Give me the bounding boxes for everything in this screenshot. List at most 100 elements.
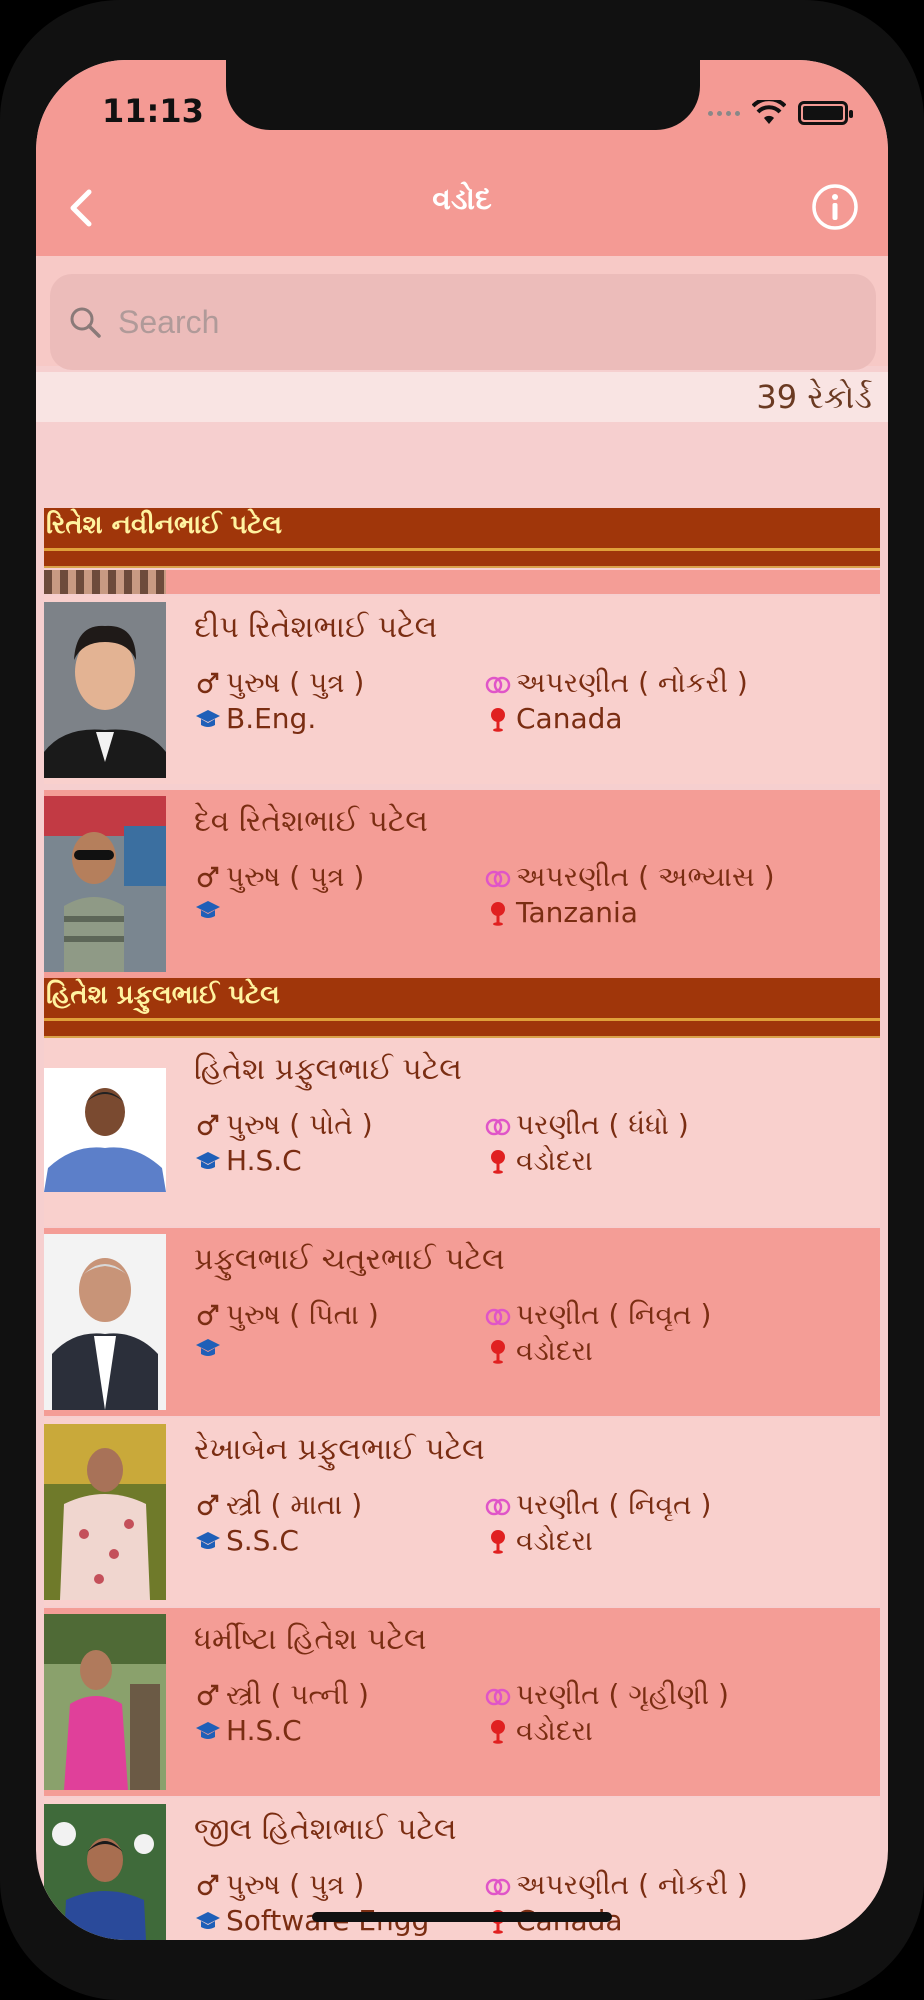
location-label: વડોદરા bbox=[516, 1144, 593, 1177]
search-input[interactable] bbox=[118, 303, 818, 341]
marital-label: અપરણીત ( નોકરી ) bbox=[516, 1868, 748, 1901]
search-box[interactable] bbox=[50, 274, 876, 370]
rings-icon bbox=[485, 676, 511, 694]
member-education: S.S.C bbox=[194, 1524, 299, 1557]
graduation-cap-icon bbox=[196, 1721, 220, 1739]
page-title: વડોદ bbox=[432, 182, 492, 217]
member-gender: પુરુષ ( પુત્ર ) bbox=[194, 860, 364, 894]
wifi-icon bbox=[752, 100, 786, 124]
gender-label: પુરુષ ( પુત્ર ) bbox=[226, 860, 365, 893]
signal-icon bbox=[708, 110, 740, 116]
location-label: Tanzania bbox=[516, 896, 638, 929]
photo bbox=[44, 1424, 166, 1600]
gender-icon bbox=[197, 1874, 219, 1896]
graduation-cap-icon bbox=[196, 1531, 220, 1549]
location-label: Canada bbox=[516, 702, 623, 735]
section-divider bbox=[44, 548, 880, 551]
battery-icon bbox=[798, 101, 853, 125]
list-item[interactable]: ધર્મીષ્ટા હિતેશ પટેલ સ્ત્રી ( પત્ની ) પર… bbox=[44, 1608, 880, 1796]
list-item[interactable]: દીપ રિતેશભાઈ પટેલ પુરુષ ( પુત્ર ) અપરણીત… bbox=[44, 596, 880, 784]
member-name: પ્રફુલભાઈ ચતુરભાઈ પટેલ bbox=[194, 1242, 505, 1277]
marital-label: પરણીત ( ધંધો ) bbox=[516, 1108, 689, 1141]
marital-label: પરણીત ( નિવૃત ) bbox=[516, 1488, 712, 1521]
gender-label: સ્ત્રી ( માતા ) bbox=[226, 1488, 363, 1521]
list-item[interactable]: રેખાબેન પ્રફુલભાઈ પટેલ સ્ત્રી ( માતા ) પ… bbox=[44, 1418, 880, 1606]
gender-icon bbox=[197, 1304, 219, 1326]
phone-frame: 11:13 વડોદ Search 39 રેકોર્ડ રિતેશ નવીનભ… bbox=[0, 0, 924, 2000]
member-marital: અપરણીત ( અભ્યાસ ) bbox=[484, 860, 775, 894]
rings-icon bbox=[485, 1308, 511, 1326]
photo bbox=[44, 1614, 166, 1790]
member-gender: પુરુષ ( પોતે ) bbox=[194, 1108, 373, 1142]
member-education: H.S.C bbox=[194, 1714, 302, 1747]
member-location: Tanzania bbox=[484, 896, 638, 929]
rings-icon bbox=[485, 870, 511, 888]
member-marital: અપરણીત ( નોકરી ) bbox=[484, 1868, 748, 1902]
gender-label: પુરુષ ( પુત્ર ) bbox=[226, 666, 365, 699]
status-time: 11:13 bbox=[102, 92, 204, 130]
marital-label: અપરણીત ( નોકરી ) bbox=[516, 666, 748, 699]
graduation-cap-icon bbox=[196, 901, 220, 918]
marital-label: પરણીત ( નિવૃત ) bbox=[516, 1298, 712, 1331]
chevron-left-icon bbox=[70, 189, 92, 227]
gender-icon bbox=[197, 1114, 219, 1136]
record-count: 39 રેકોર્ડ bbox=[36, 372, 888, 422]
section-title: રિતેશ નવીનભાઈ પટેલ bbox=[46, 510, 282, 540]
graduation-cap-icon bbox=[196, 1911, 220, 1929]
marital-label: પરણીત ( ગૃહીણી ) bbox=[516, 1678, 729, 1711]
list-item[interactable]: હિતેશ પ્રફુલભાઈ પટેલ પુરુષ ( પોતે ) પરણી… bbox=[44, 1038, 880, 1226]
location-label: વડોદરા bbox=[516, 1334, 593, 1367]
photo bbox=[44, 602, 166, 778]
education-label: H.S.C bbox=[226, 1144, 302, 1177]
screen: 11:13 વડોદ Search 39 રેકોર્ડ રિતેશ નવીનભ… bbox=[36, 60, 888, 1940]
section-header: રિતેશ નવીનભાઈ પટેલ bbox=[44, 508, 880, 568]
location-label: વડોદરા bbox=[516, 1524, 593, 1557]
member-marital: પરણીત ( ધંધો ) bbox=[484, 1108, 689, 1142]
photo bbox=[44, 570, 166, 594]
member-location: વડોદરા bbox=[484, 1144, 593, 1178]
member-list: રિતેશ નવીનભાઈ પટેલ દીપ રિતેશભાઈ પટેલ પુર… bbox=[36, 422, 888, 1940]
marital-label: અપરણીત ( અભ્યાસ ) bbox=[516, 860, 775, 893]
education-label: S.S.C bbox=[226, 1524, 299, 1557]
member-location: વડોદરા bbox=[484, 1714, 593, 1748]
member-marital: અપરણીત ( નોકરી ) bbox=[484, 666, 748, 700]
member-gender: સ્ત્રી ( પત્ની ) bbox=[194, 1678, 369, 1712]
home-indicator[interactable] bbox=[312, 1912, 612, 1922]
section-divider bbox=[44, 1018, 880, 1021]
gender-icon bbox=[197, 672, 219, 694]
member-education: H.S.C bbox=[194, 1144, 302, 1177]
member-name: ધર્મીષ્ટા હિતેશ પટેલ bbox=[194, 1622, 427, 1657]
member-name: હિતેશ પ્રફુલભાઈ પટેલ bbox=[194, 1052, 462, 1087]
education-label: B.Eng. bbox=[226, 702, 317, 735]
info-icon[interactable] bbox=[810, 182, 860, 232]
photo bbox=[44, 796, 166, 972]
list-item[interactable]: દેવ રિતેશભાઈ પટેલ પુરુષ ( પુત્ર ) અપરણીત… bbox=[44, 790, 880, 978]
gender-label: પુરુષ ( પિતા ) bbox=[226, 1298, 379, 1331]
list-item[interactable]: પ્રફુલભાઈ ચતુરભાઈ પટેલ પુરુષ ( પિતા ) પર… bbox=[44, 1228, 880, 1416]
map-pin-icon bbox=[491, 901, 505, 926]
member-gender: પુરુષ ( પુત્ર ) bbox=[194, 666, 364, 700]
status-icons bbox=[708, 100, 853, 126]
member-name: જીલ હિતેશભાઈ પટેલ bbox=[194, 1812, 457, 1847]
map-pin-icon bbox=[491, 707, 505, 732]
search-icon bbox=[70, 307, 101, 338]
section-header: હિતેશ પ્રફુલભાઈ પટેલ bbox=[44, 978, 880, 1038]
member-name: દીપ રિતેશભાઈ પટેલ bbox=[194, 610, 438, 645]
member-education bbox=[194, 1334, 226, 1362]
member-location: Canada bbox=[484, 702, 623, 735]
gender-label: પુરુષ ( પુત્ર ) bbox=[226, 1868, 365, 1901]
rings-icon bbox=[485, 1878, 511, 1896]
gender-icon bbox=[197, 1684, 219, 1706]
section-title: હિતેશ પ્રફુલભાઈ પટેલ bbox=[46, 980, 280, 1010]
member-location: વડોદરા bbox=[484, 1334, 593, 1368]
partial-row bbox=[44, 570, 880, 594]
notch bbox=[226, 60, 700, 130]
rings-icon bbox=[485, 1688, 511, 1706]
back-button[interactable] bbox=[50, 178, 110, 238]
rings-icon bbox=[485, 1498, 511, 1516]
map-pin-icon bbox=[491, 1720, 505, 1744]
graduation-cap-icon bbox=[196, 1339, 220, 1356]
photo bbox=[44, 1234, 166, 1410]
photo bbox=[44, 1804, 166, 1940]
member-location: વડોદરા bbox=[484, 1524, 593, 1558]
